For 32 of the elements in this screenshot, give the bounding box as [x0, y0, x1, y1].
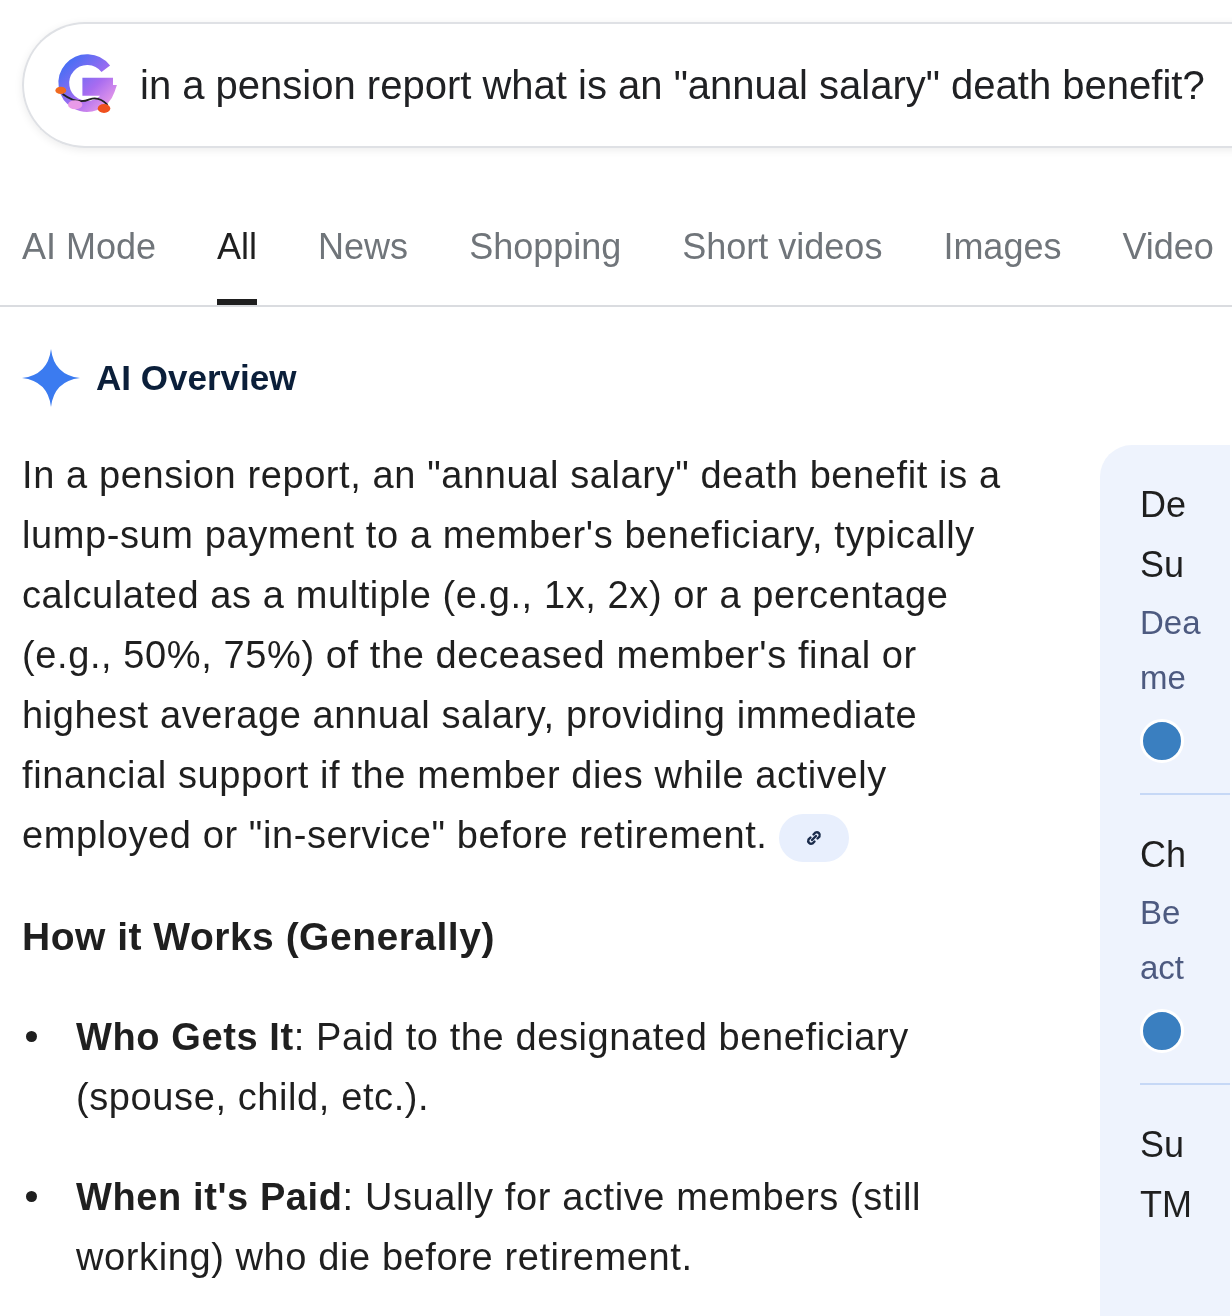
- search-field[interactable]: in a pension report what is an "annual salary" death benefit?: [22, 22, 1232, 148]
- source-title[interactable]: De: [1140, 475, 1230, 535]
- source-favicon-icon: [1140, 1009, 1184, 1053]
- search-tab[interactable]: AI Mode: [22, 226, 157, 305]
- search-tab[interactable]: Shopping: [469, 226, 622, 305]
- search-query: in a pension report what is an "annual salary" death benefit?: [140, 62, 1205, 108]
- bullet-dot: [26, 1191, 37, 1202]
- source-link-button[interactable]: [778, 813, 849, 862]
- source-card[interactable]: De Su Dea me: [1140, 475, 1230, 795]
- source-title[interactable]: TM: [1140, 1175, 1230, 1235]
- source-title[interactable]: Su: [1140, 535, 1230, 595]
- source-card[interactable]: Su TM: [1140, 1115, 1230, 1265]
- source-card[interactable]: Ch Be act: [1140, 825, 1230, 1085]
- source-snippet: Dea: [1140, 603, 1202, 643]
- bullet-text: Who Gets It: Paid to the designated beneficiary (spouse, child, etc.).: [76, 1015, 910, 1120]
- sparkle-icon: [22, 349, 80, 407]
- source-title[interactable]: Su: [1140, 1115, 1230, 1175]
- source-favicon-icon: [1140, 719, 1184, 763]
- overview-summary: In a pension report, an "annual salary" death benefit is a lump-sum payment to a member's beneficiary, typically calculated as a multiple (e.g., 1x, 2x) or a percentage (e.g., 50%, 75%) of the deceased member's final or highest average annual salary, providing immediate financial support if the member dies while actively employed or "in-service" before retirement.: [22, 445, 1032, 865]
- source-snippet: Be: [1140, 893, 1182, 933]
- search-tab[interactable]: All: [217, 226, 258, 305]
- overview-title: AI Overview: [96, 358, 297, 398]
- search-tab[interactable]: News: [318, 226, 409, 305]
- section-heading: How it Works (Generally): [22, 915, 496, 959]
- source-title[interactable]: Ch: [1140, 825, 1230, 885]
- search-tab[interactable]: Video: [1122, 226, 1214, 305]
- source-snippet: act: [1140, 948, 1186, 988]
- bullet-dot: [26, 1031, 37, 1042]
- source-snippet: me: [1140, 658, 1187, 698]
- search-tab[interactable]: Images: [943, 226, 1062, 305]
- search-tab[interactable]: Short videos: [682, 226, 883, 305]
- bullet-text: When it's Paid: Usually for active members (still working) who die before retirement.: [76, 1175, 923, 1280]
